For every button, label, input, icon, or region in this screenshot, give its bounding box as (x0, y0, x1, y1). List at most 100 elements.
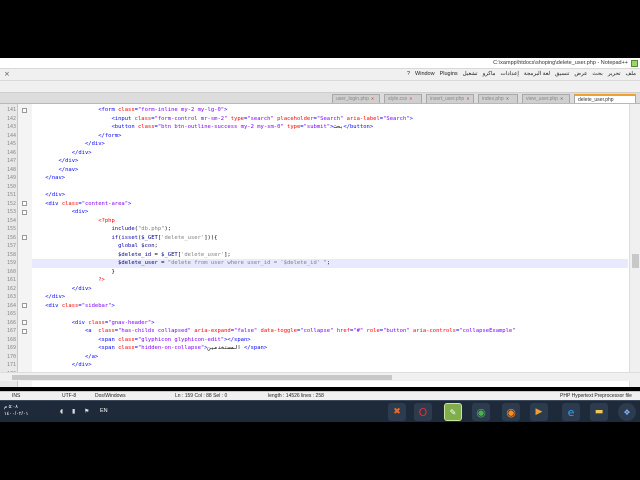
line-number[interactable]: 152 (0, 200, 18, 209)
menu-search[interactable]: بحث (592, 71, 602, 77)
tab-view-user[interactable]: view_user.php ✕ (522, 94, 570, 103)
line-number[interactable]: 167 (0, 327, 18, 336)
code-line[interactable]: <form class="form-inline my-2 my-lg-0"> (32, 106, 628, 115)
vertical-scrollbar[interactable] (629, 104, 640, 387)
code-line[interactable]: </a> (32, 353, 628, 362)
line-number[interactable]: 170 (0, 353, 18, 362)
tab-style-css[interactable]: style.css ✕ (384, 94, 422, 103)
line-number[interactable]: 146 (0, 149, 18, 158)
menu-view[interactable]: عرض (574, 71, 587, 77)
line-number[interactable]: 164 (0, 302, 18, 311)
line-number[interactable]: 143 (0, 123, 18, 132)
fold-toggle-icon[interactable] (22, 209, 27, 215)
line-number[interactable]: 166 (0, 319, 18, 328)
fold-toggle-icon[interactable] (22, 328, 27, 334)
code-area[interactable]: <form class="form-inline my-2 my-lg-0"> … (32, 104, 628, 387)
start-button-icon[interactable]: ❖ (618, 403, 636, 421)
menu-settings[interactable]: إعدادات (501, 71, 519, 77)
line-number[interactable]: 151 (0, 191, 18, 200)
media-player-icon[interactable]: ▶ (530, 403, 548, 421)
code-line[interactable]: $delete_id = $_GET['delete_user']; (32, 251, 628, 260)
tab-delete-user[interactable]: delete_user.php (574, 94, 636, 103)
menu-language[interactable]: لغة البرمجة (524, 71, 550, 77)
internet-explorer-icon[interactable]: e (562, 403, 580, 421)
scrollbar-thumb[interactable] (632, 254, 639, 268)
code-editor[interactable]: 141 142 143 144 145 146 147 148 149 150 151 152 153 1… (0, 104, 640, 387)
network-icon[interactable]: ▮ (72, 408, 75, 415)
menu-run[interactable]: تشغيل (463, 71, 478, 77)
tab-close-icon[interactable]: ✕ (466, 96, 469, 101)
menu-file[interactable]: ملف (626, 71, 636, 77)
line-number[interactable]: 161 (0, 276, 18, 285)
tab-close-icon[interactable]: ✕ (506, 96, 509, 101)
menu-plugins[interactable]: Plugins (440, 71, 458, 77)
code-line[interactable]: <button class="btn btn-outline-success m… (32, 123, 628, 132)
code-line[interactable] (32, 183, 628, 192)
code-line[interactable]: <div class="content-area"> (32, 200, 628, 209)
code-line[interactable]: <div class="sidebar"> (32, 302, 628, 311)
code-line[interactable]: <input class="form-control mr-sm-2" type… (32, 115, 628, 124)
line-number[interactable]: 148 (0, 166, 18, 175)
line-number[interactable]: 141 (0, 106, 18, 115)
code-line[interactable]: </form> (32, 132, 628, 141)
fold-toggle-icon[interactable] (22, 107, 27, 113)
code-line[interactable]: include("db.php"); (32, 225, 628, 234)
menu-macro[interactable]: ماكرو (483, 71, 496, 77)
tab-close-icon[interactable]: ✕ (409, 96, 412, 101)
tab-close-icon[interactable]: ✕ (560, 96, 563, 101)
line-number[interactable]: 150 (0, 183, 18, 192)
chrome-icon[interactable]: ◉ (472, 403, 490, 421)
notepadpp-taskbar-icon[interactable]: ✎ (444, 403, 462, 421)
tab-user-login[interactable]: user_login.php ✕ (332, 94, 380, 103)
opera-icon[interactable]: O (414, 403, 432, 421)
code-line[interactable]: </nav> (32, 166, 628, 175)
line-number[interactable]: 153 (0, 208, 18, 217)
fold-toggle-icon[interactable] (22, 235, 27, 240)
line-number[interactable]: 145 (0, 140, 18, 149)
tab-insert-user[interactable]: insert_user.php ✕ (426, 94, 474, 103)
code-line[interactable]: <a class="has-childs collapsed" aria-exp… (32, 327, 628, 336)
line-number[interactable]: 163 (0, 293, 18, 302)
volume-icon[interactable]: ◖ (60, 408, 63, 415)
menu-edit[interactable]: تحرير (608, 71, 621, 77)
line-number[interactable]: 147 (0, 157, 18, 166)
menu-help[interactable]: ? (407, 71, 410, 77)
code-line[interactable]: </div> (32, 140, 628, 149)
line-number[interactable]: 157 (0, 242, 18, 251)
line-number[interactable]: 142 (0, 115, 18, 124)
code-line[interactable]: </div> (32, 293, 628, 302)
input-language[interactable]: EN (100, 408, 108, 414)
close-document-icon[interactable]: × (4, 70, 10, 78)
xampp-icon[interactable]: ✖ (388, 403, 406, 421)
code-line[interactable] (32, 310, 628, 319)
code-line[interactable]: } (32, 268, 628, 277)
line-number[interactable]: 162 (0, 285, 18, 294)
line-number[interactable]: 155 (0, 225, 18, 234)
code-line[interactable]: </div> (32, 157, 628, 166)
line-number[interactable]: 165 (0, 310, 18, 319)
code-line[interactable]: </div> (32, 191, 628, 200)
code-line[interactable]: <span class="hidden-on-collapse">المستخد… (32, 344, 628, 353)
fold-toggle-icon[interactable] (22, 320, 27, 325)
line-number[interactable]: 154 (0, 217, 18, 226)
code-line[interactable]: </div> (32, 361, 628, 370)
code-line[interactable]: if(isset($_GET['delete_user'])){ (32, 234, 628, 243)
code-line[interactable]: <?php (32, 217, 628, 226)
code-line[interactable]: </nav> (32, 174, 628, 183)
line-number[interactable]: 160 (0, 268, 18, 277)
menu-format[interactable]: تنسيق (555, 71, 569, 77)
firefox-icon[interactable]: ◉ (502, 403, 520, 421)
code-line[interactable]: <div class="gnav-header"> (32, 319, 628, 328)
code-line[interactable]: </div> (32, 285, 628, 294)
scrollbar-thumb[interactable] (12, 375, 392, 380)
line-number[interactable]: 159 (0, 259, 18, 268)
code-line[interactable]: </div> (32, 149, 628, 158)
line-number[interactable]: 144 (0, 132, 18, 141)
file-explorer-icon[interactable]: ▬ (590, 403, 608, 421)
code-line[interactable]: ?> (32, 276, 628, 285)
system-clock[interactable]: ٥:٠٨ م ١٤٠٠/٠٢/٠١ (4, 404, 28, 418)
tab-index[interactable]: index.php ✕ (478, 94, 518, 103)
line-number[interactable]: 158 (0, 251, 18, 260)
line-number[interactable]: 169 (0, 344, 18, 353)
line-number[interactable]: 149 (0, 174, 18, 183)
